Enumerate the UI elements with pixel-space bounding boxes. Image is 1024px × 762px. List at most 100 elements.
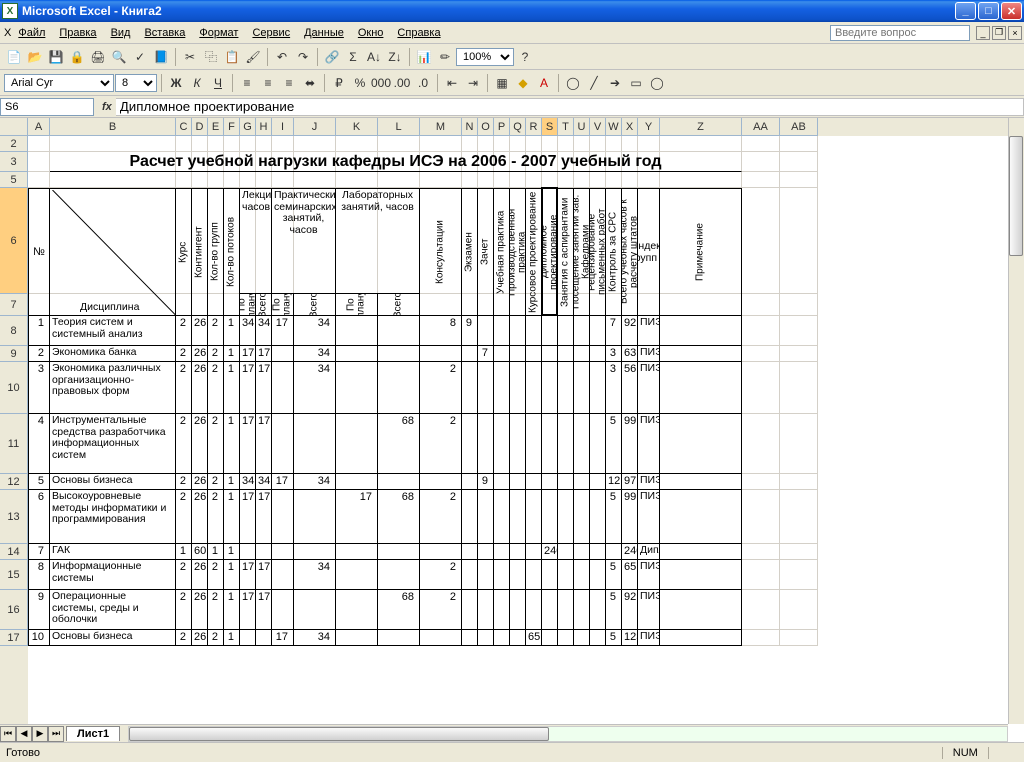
data-r10-c[interactable]: 2 [176, 630, 192, 646]
data-r6-re[interactable] [590, 490, 606, 544]
hdr-zach[interactable]: Зачет [478, 188, 494, 316]
data-r3-prim[interactable] [660, 362, 742, 414]
data-r9-pp[interactable] [272, 590, 294, 630]
data-r8-pp[interactable] [272, 560, 294, 590]
data-r6-lbp[interactable]: 17 [336, 490, 378, 544]
data-r8-po[interactable] [574, 560, 590, 590]
data-r10-ix[interactable]: ПИЭ-51,52 [638, 630, 660, 646]
autosum-icon[interactable]: Σ [343, 47, 363, 67]
data-r4-ko[interactable]: 2 [420, 414, 462, 474]
data-r8-p[interactable]: 1 [224, 560, 240, 590]
grid-cell[interactable] [780, 188, 818, 294]
data-r5-n[interactable]: 5 [28, 474, 50, 490]
data-r9-po[interactable] [574, 590, 590, 630]
worksheet-area[interactable]: ABCDEFGHIJKLMNOPQRSTUVWXYZAAAB 235678910… [0, 118, 1024, 742]
data-r5-c[interactable]: 2 [176, 474, 192, 490]
col-head-G[interactable]: G [240, 118, 256, 136]
help-icon[interactable]: ? [515, 47, 535, 67]
autoshapes-icon[interactable]: ◯ [563, 73, 583, 93]
currency-icon[interactable]: ₽ [329, 73, 349, 93]
oval-icon[interactable]: ◯ [647, 73, 667, 93]
menu-edit[interactable]: Правка [52, 25, 103, 41]
grid-cell[interactable] [780, 590, 818, 630]
hdr-proizv[interactable]: Производственная практика [510, 188, 526, 316]
data-r8-d[interactable]: Информационные системы [50, 560, 176, 590]
col-head-AA[interactable]: AA [742, 118, 780, 136]
borders-icon[interactable]: ▦ [492, 73, 512, 93]
data-r10-d[interactable]: Основы бизнеса [50, 630, 176, 646]
hdr-prak[interactable]: Практических, семинарских занятий, часов [272, 188, 336, 294]
data-r7-g[interactable]: 1 [208, 544, 224, 560]
hdr-posz[interactable]: Посещение занятий зав. Кафедрами [574, 188, 590, 316]
grid-cell[interactable] [510, 136, 526, 152]
data-r6-po[interactable] [574, 490, 590, 544]
grid-cell[interactable] [742, 188, 780, 294]
data-r4-p[interactable]: 1 [224, 414, 240, 474]
hdr-rec[interactable]: Рецензирование письменных работ [590, 188, 606, 316]
data-r3-tot[interactable]: 56 [622, 362, 638, 414]
data-r2-lp[interactable]: 17 [240, 346, 256, 362]
row-head-6[interactable]: 6 [0, 188, 28, 294]
grid-cell[interactable] [780, 414, 818, 474]
data-r3-up[interactable] [494, 362, 510, 414]
data-r5-prim[interactable] [660, 474, 742, 490]
data-r4-di[interactable] [542, 414, 558, 474]
grid-cell[interactable] [558, 136, 574, 152]
data-r5-pv[interactable]: 34 [294, 474, 336, 490]
data-r2-po[interactable] [574, 346, 590, 362]
data-r6-pr[interactable] [510, 490, 526, 544]
data-r8-up[interactable] [494, 560, 510, 590]
grid-cell[interactable] [742, 474, 780, 490]
col-head-S[interactable]: S [542, 118, 558, 136]
data-r8-lbp[interactable] [336, 560, 378, 590]
grid-cell[interactable] [510, 172, 526, 188]
data-r10-p[interactable]: 1 [224, 630, 240, 646]
data-r2-pp[interactable] [272, 346, 294, 362]
grid-cell[interactable] [192, 172, 208, 188]
hdr-lek-plan[interactable]: По плану [240, 294, 256, 316]
data-r1-up[interactable] [494, 316, 510, 346]
data-r9-up[interactable] [494, 590, 510, 630]
data-r9-ix[interactable]: ПИЭ-51,52 [638, 590, 660, 630]
align-right-icon[interactable]: ≡ [279, 73, 299, 93]
data-r3-po[interactable] [574, 362, 590, 414]
hdr-upr[interactable]: Учебная практика [494, 188, 510, 316]
comma-icon[interactable]: 000 [371, 73, 391, 93]
dec-indent-icon[interactable]: ⇤ [442, 73, 462, 93]
font-combo[interactable]: Arial Cyr [4, 74, 114, 92]
data-r5-g[interactable]: 2 [208, 474, 224, 490]
data-r7-ek[interactable] [462, 544, 478, 560]
data-r3-ek[interactable] [462, 362, 478, 414]
row-head-2[interactable]: 2 [0, 136, 28, 152]
tab-last-icon[interactable]: ⏭ [48, 726, 64, 742]
title-cell[interactable]: Расчет учебной нагрузки кафедры ИСЭ на 2… [50, 152, 742, 172]
data-r10-po[interactable] [574, 630, 590, 646]
data-r5-di[interactable] [542, 474, 558, 490]
grid-cell[interactable] [622, 172, 638, 188]
data-r2-n[interactable]: 2 [28, 346, 50, 362]
data-r10-lp[interactable] [240, 630, 256, 646]
data-r4-k[interactable]: 26 [192, 414, 208, 474]
data-r1-pv[interactable]: 34 [294, 316, 336, 346]
grid-cell[interactable] [742, 136, 780, 152]
data-r5-lv[interactable]: 34 [256, 474, 272, 490]
data-r6-lp[interactable]: 17 [240, 490, 256, 544]
data-r9-pv[interactable] [294, 590, 336, 630]
zoom-combo[interactable]: 100% [456, 48, 514, 66]
data-r9-as[interactable] [558, 590, 574, 630]
data-r9-lv[interactable]: 17 [256, 590, 272, 630]
grid-cell[interactable] [176, 172, 192, 188]
grid-cell[interactable] [742, 544, 780, 560]
data-r1-tot[interactable]: 92 [622, 316, 638, 346]
hdr-asp[interactable]: Занятия с аспирантами [558, 188, 574, 316]
data-r5-tot[interactable]: 97 [622, 474, 638, 490]
data-r10-as[interactable] [558, 630, 574, 646]
fx-icon[interactable]: fx [102, 101, 112, 113]
data-r1-k[interactable]: 26 [192, 316, 208, 346]
print-icon[interactable]: 🖨 [88, 47, 108, 67]
data-r5-pp[interactable]: 17 [272, 474, 294, 490]
col-head-A[interactable]: A [28, 118, 50, 136]
data-r7-lbp[interactable] [336, 544, 378, 560]
menu-help[interactable]: Справка [390, 25, 447, 41]
data-r10-lbp[interactable] [336, 630, 378, 646]
